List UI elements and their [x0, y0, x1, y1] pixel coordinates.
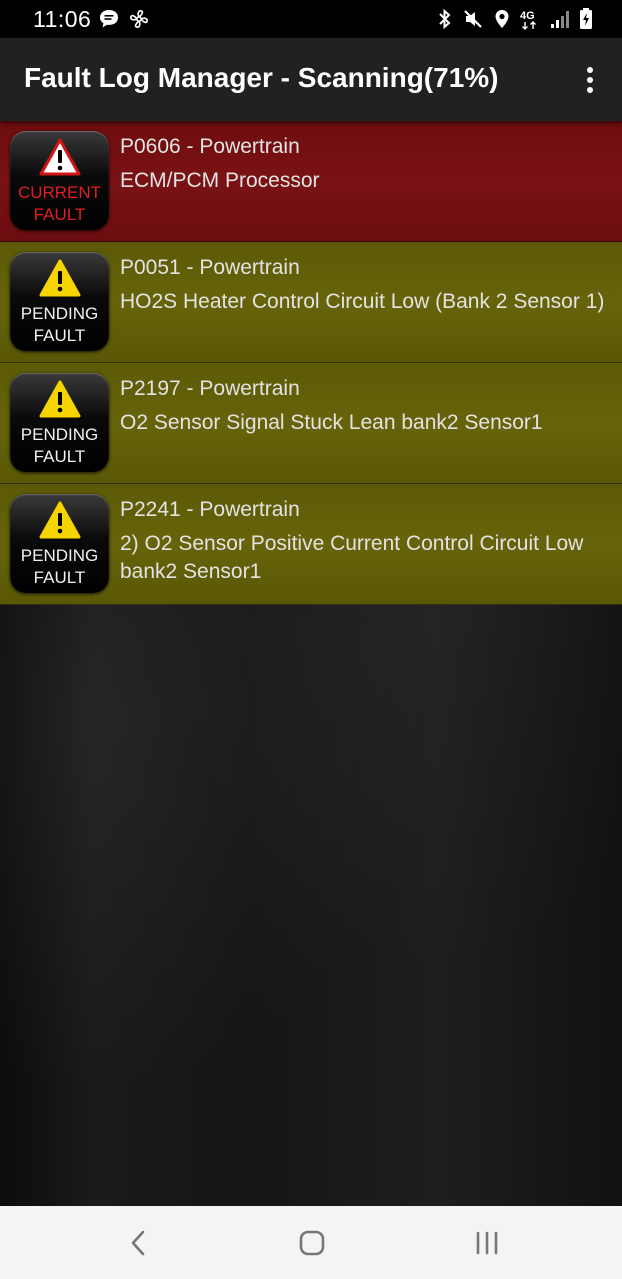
fault-row[interactable]: CURRENT FAULT P0606 - Powertrain ECM/PCM…: [0, 121, 622, 242]
badge-status-label: PENDING: [20, 425, 99, 444]
fault-code: P0606 - Powertrain: [120, 135, 300, 158]
status-time: 11:06: [33, 6, 92, 32]
badge-status-label: CURRENT: [17, 183, 102, 202]
badge-status-label: PENDING: [20, 304, 99, 323]
recent-apps-icon[interactable]: [472, 1228, 502, 1258]
fault-code: P0051 - Powertrain: [120, 256, 300, 279]
back-icon[interactable]: [124, 1228, 154, 1258]
badge-fault-label: FAULT: [33, 568, 86, 587]
badge-fault-label: FAULT: [33, 326, 86, 345]
warning-icon: [39, 501, 81, 539]
fault-description: 2) O2 Sensor Positive Current Control Ci…: [120, 532, 584, 583]
fault-row[interactable]: PENDING FAULT P2241 - Powertrain 2) O2 S…: [0, 484, 622, 605]
fault-code: P2197 - Powertrain: [120, 377, 300, 400]
status-left-icons: [98, 8, 150, 30]
status-bar: 11:06 4G: [0, 0, 622, 38]
screen: 11:06 4G Fault Log Manager - Scanning(71…: [0, 0, 622, 1279]
warning-icon: [39, 380, 81, 418]
pending-fault-badge: PENDING FAULT: [10, 494, 109, 593]
fault-description: O2 Sensor Signal Stuck Lean bank2 Sensor…: [120, 411, 543, 434]
fan-icon: [130, 10, 149, 28]
status-right-icons: 4G: [436, 7, 594, 31]
mute-icon: [464, 10, 482, 28]
fault-code: P2241 - Powertrain: [120, 498, 300, 521]
lte-icon: 4G: [520, 10, 537, 30]
overflow-menu-icon[interactable]: [578, 64, 602, 96]
pending-fault-badge: PENDING FAULT: [10, 252, 109, 351]
home-icon[interactable]: [297, 1228, 327, 1258]
badge-status-label: PENDING: [20, 546, 99, 565]
bluetooth-icon: [439, 8, 451, 30]
navigation-bar: [0, 1206, 622, 1279]
fault-list: CURRENT FAULT P0606 - Powertrain ECM/PCM…: [0, 121, 622, 1206]
fault-description: ECM/PCM Processor: [120, 169, 320, 192]
fault-description: HO2S Heater Control Circuit Low (Bank 2 …: [120, 290, 605, 313]
badge-fault-label: FAULT: [33, 447, 86, 466]
app-bar: Fault Log Manager - Scanning(71%): [0, 38, 622, 121]
current-fault-badge: CURRENT FAULT: [10, 131, 109, 230]
fault-row[interactable]: PENDING FAULT P0051 - Powertrain HO2S He…: [0, 242, 622, 363]
pending-fault-badge: PENDING FAULT: [10, 373, 109, 472]
badge-fault-label: FAULT: [33, 205, 86, 224]
location-icon: [495, 10, 509, 28]
fault-row[interactable]: PENDING FAULT P2197 - Powertrain O2 Sens…: [0, 363, 622, 484]
lte-label: 4G: [520, 10, 535, 22]
battery-icon: [580, 8, 592, 29]
signal-icon: [550, 11, 569, 28]
warning-icon: [39, 259, 81, 297]
page-title: Fault Log Manager - Scanning(71%): [24, 62, 499, 93]
message-icon: [100, 10, 118, 28]
warning-icon: [39, 138, 81, 176]
